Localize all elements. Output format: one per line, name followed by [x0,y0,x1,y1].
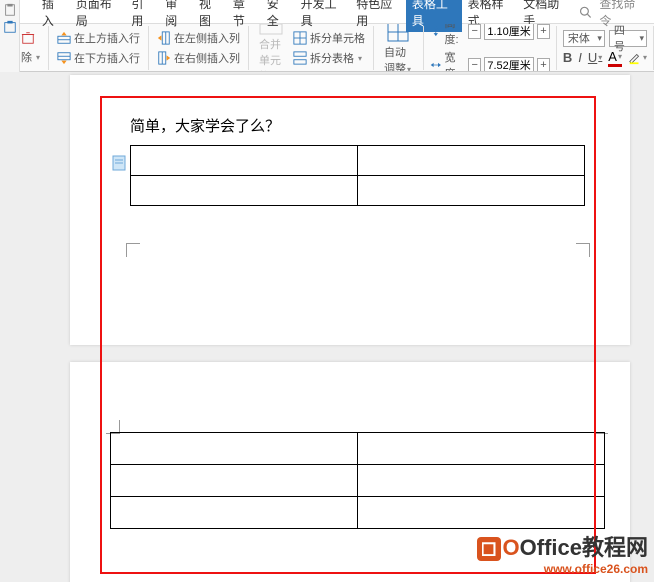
brand-name: OOffice教程网 [477,530,648,562]
insert-col-left[interactable]: 在左侧插入列 [155,29,242,47]
font-group: 宋体 四号 B I U▾ A▾ ▾ [557,26,654,70]
bold-button[interactable]: B [563,50,572,65]
height-label: 高度: [444,24,465,47]
clipboard-icon[interactable] [3,24,17,34]
menu-bar: 开始 插入 页面布局 引用 审阅 视图 章节 安全 开发工具 特色应用 表格工具… [0,0,654,24]
split-icon [293,31,307,45]
size-group: 高度: − + 宽度: − + [424,26,557,70]
underline-button[interactable]: U▾ [588,50,602,65]
width-label: 宽度: [444,49,465,72]
font-size-select[interactable]: 四号 [609,30,647,47]
insert-rows-group: 在上方插入行 在下方插入行 [49,26,149,70]
insert-col-right[interactable]: 在右侧插入列 [155,49,242,67]
merge-cells[interactable]: 合并单元格 [255,24,287,72]
italic-button[interactable]: I [578,50,582,65]
document-canvas: 简单，大家学会了么？ OOffice教程网 www.office26.com [0,72,654,582]
insert-row-below[interactable]: 在下方插入行 [55,49,142,67]
brand-url: www.office26.com [477,562,648,576]
row-below-icon [57,51,71,65]
brand-logo-icon [477,537,501,561]
split-cells[interactable]: 拆分单元格 [291,29,367,47]
width-icon [430,58,442,72]
delete-button[interactable] [19,30,42,46]
delete-label[interactable]: 除▾ [19,48,42,66]
ribbon: 除▾ 在上方插入行 在下方插入行 在左侧插入列 在右侧插入列 合并单元格 拆分单… [0,24,654,72]
height-icon [430,24,442,38]
merge-group: 合并单元格 拆分单元格 拆分表格▾ [249,26,374,70]
col-left-icon [157,31,171,45]
height-input[interactable] [484,24,534,40]
chevron-down-icon: ▾ [36,53,40,62]
delete-icon [21,31,35,45]
height-plus[interactable]: + [537,24,550,39]
width-plus[interactable]: + [537,58,550,73]
merge-icon [259,24,283,35]
width-input[interactable] [484,57,534,73]
col-right-icon [157,51,171,65]
insert-row-above[interactable]: 在上方插入行 [55,29,142,47]
width-minus[interactable]: − [468,58,481,73]
split-table[interactable]: 拆分表格▾ [291,49,367,67]
insert-cols-group: 在左侧插入列 在右侧插入列 [149,26,249,70]
quick-gutter [0,24,20,72]
watermark: OOffice教程网 www.office26.com [477,530,648,576]
font-family-select[interactable]: 宋体 [563,30,605,47]
row-above-icon [57,31,71,45]
split-table-icon [293,51,307,65]
search-icon [579,5,591,19]
highlight-box [100,96,596,574]
autofit-group: 自动调整▾ [374,26,424,70]
autofit[interactable]: 自动调整▾ [380,24,417,72]
height-minus[interactable]: − [468,24,481,39]
autofit-icon [386,24,410,43]
